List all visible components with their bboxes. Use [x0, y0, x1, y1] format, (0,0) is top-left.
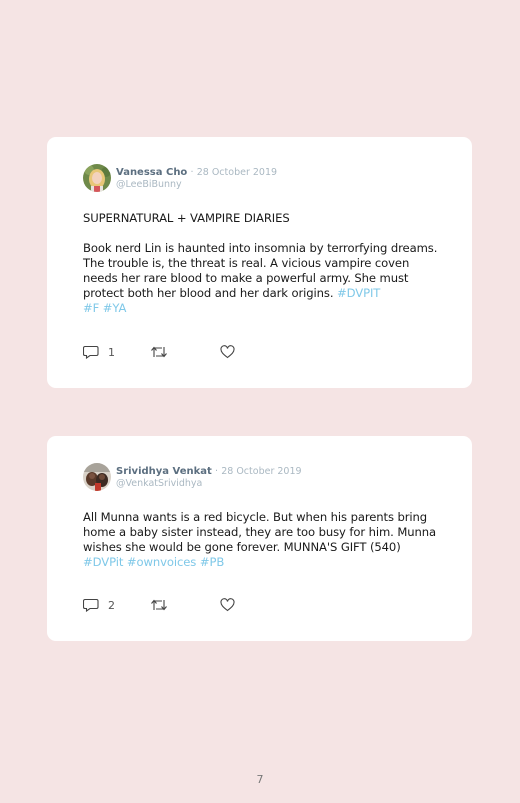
reply-count: 2: [108, 598, 115, 612]
retweet-button[interactable]: [150, 597, 168, 613]
like-button[interactable]: [220, 344, 235, 360]
tweet-body-text: All Munna wants is a red bicycle. But wh…: [83, 510, 436, 554]
hashtag[interactable]: #PB: [200, 555, 224, 569]
tweet-date[interactable]: 28 October 2019: [197, 167, 277, 178]
reply-count: 1: [108, 345, 115, 359]
heart-icon: [220, 598, 235, 612]
retweet-icon: [151, 346, 167, 358]
author-handle[interactable]: @LeeBiBunny: [116, 179, 277, 191]
avatar[interactable]: [83, 463, 111, 491]
user-avatar-icon: [83, 164, 111, 192]
tweet-card: Vanessa Cho · 28 October 2019 @LeeBiBunn…: [47, 137, 472, 388]
hashtag[interactable]: #YA: [103, 301, 127, 315]
tweet-meta: Vanessa Cho · 28 October 2019 @LeeBiBunn…: [116, 167, 277, 191]
hashtag[interactable]: #ownvoices: [127, 555, 196, 569]
reply-button[interactable]: 2: [83, 597, 115, 613]
author-handle[interactable]: @VenkatSrividhya: [116, 478, 302, 490]
hashtag[interactable]: #DVPit: [83, 555, 123, 569]
tweet-title-line: SUPERNATURAL + VAMPIRE DIARIES: [83, 211, 290, 225]
user-avatar-icon: [83, 463, 111, 491]
meta-separator: ·: [190, 167, 194, 178]
tweet-text: All Munna wants is a red bicycle. But wh…: [83, 510, 443, 570]
reply-icon: [83, 598, 99, 612]
meta-separator: ·: [215, 466, 219, 477]
tweet-body: Book nerd Lin is haunted into insomnia b…: [83, 241, 443, 316]
tweet-date[interactable]: 28 October 2019: [221, 466, 301, 477]
author-name[interactable]: Srividhya Venkat: [116, 466, 212, 477]
tweet-text: SUPERNATURAL + VAMPIRE DIARIES Book nerd…: [83, 211, 443, 316]
reply-button[interactable]: 1: [83, 344, 115, 360]
hashtag[interactable]: #F: [83, 301, 99, 315]
tweet-card: Srividhya Venkat · 28 October 2019 @Venk…: [47, 436, 472, 641]
reply-icon: [83, 345, 99, 359]
avatar[interactable]: [83, 164, 111, 192]
heart-icon: [220, 345, 235, 359]
tweet-body: All Munna wants is a red bicycle. But wh…: [83, 510, 443, 570]
tweet-meta: Srividhya Venkat · 28 October 2019 @Venk…: [116, 466, 302, 490]
hashtag[interactable]: #DVPIT: [337, 286, 380, 300]
retweet-icon: [151, 599, 167, 611]
page-number: 7: [256, 773, 264, 786]
tweet-body-text: Book nerd Lin is haunted into insomnia b…: [83, 241, 438, 300]
author-name[interactable]: Vanessa Cho: [116, 167, 187, 178]
like-button[interactable]: [220, 597, 235, 613]
retweet-button[interactable]: [150, 344, 168, 360]
